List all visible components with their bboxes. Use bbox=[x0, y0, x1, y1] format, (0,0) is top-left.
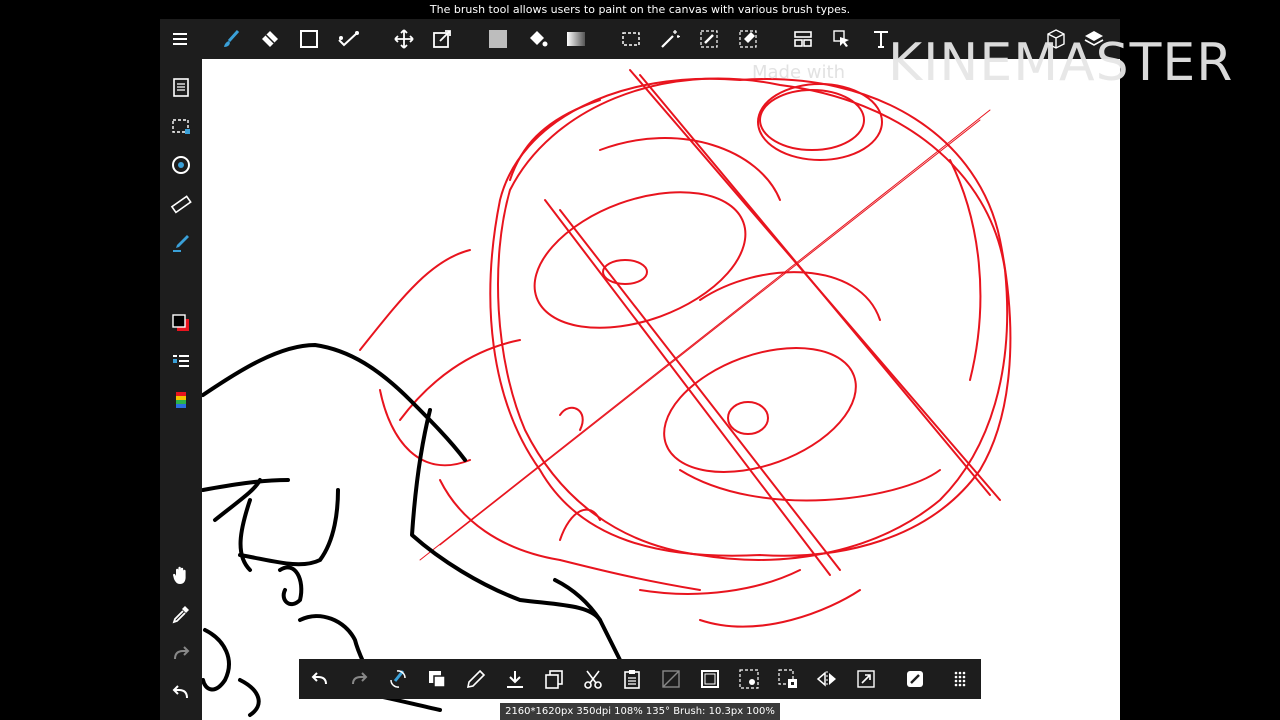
watermark-brand: KINEMASTER bbox=[888, 33, 1234, 93]
resize-icon[interactable] bbox=[852, 665, 880, 693]
pointer-icon[interactable] bbox=[828, 25, 856, 53]
bucket-icon[interactable] bbox=[523, 25, 551, 53]
redo-icon[interactable] bbox=[345, 665, 373, 693]
save-icon[interactable] bbox=[501, 665, 529, 693]
select-all-icon[interactable] bbox=[735, 665, 763, 693]
gradient-icon[interactable] bbox=[562, 25, 590, 53]
magic-wand-icon[interactable] bbox=[656, 25, 684, 53]
paste-icon[interactable] bbox=[618, 665, 646, 693]
fill-color-icon[interactable] bbox=[484, 25, 512, 53]
transform-select-icon[interactable] bbox=[774, 665, 802, 693]
layout-icon[interactable] bbox=[789, 25, 817, 53]
clear-icon[interactable] bbox=[657, 665, 685, 693]
eyedropper-icon[interactable] bbox=[167, 600, 195, 628]
copy-icon[interactable] bbox=[540, 665, 568, 693]
fill-icon[interactable] bbox=[334, 25, 362, 53]
pen-fill-icon[interactable] bbox=[167, 229, 195, 257]
color-swap-icon[interactable] bbox=[423, 665, 451, 693]
hand-icon[interactable] bbox=[167, 561, 195, 589]
rotate-icon[interactable] bbox=[167, 151, 195, 179]
selection-icon[interactable] bbox=[167, 112, 195, 140]
undo-icon[interactable] bbox=[306, 665, 334, 693]
eraser-icon[interactable] bbox=[256, 25, 284, 53]
selection-rect-icon[interactable] bbox=[617, 25, 645, 53]
transform-icon[interactable] bbox=[428, 25, 456, 53]
layer-list-icon[interactable] bbox=[167, 348, 195, 376]
edit-icon[interactable] bbox=[901, 665, 929, 693]
move-icon[interactable] bbox=[390, 25, 418, 53]
app-window bbox=[160, 19, 1120, 720]
redo-icon[interactable] bbox=[167, 639, 195, 667]
border-icon[interactable] bbox=[696, 665, 724, 693]
cut-icon[interactable] bbox=[579, 665, 607, 693]
pages-icon[interactable] bbox=[167, 73, 195, 101]
left-toolbar bbox=[160, 59, 202, 720]
brush-tweak-icon[interactable] bbox=[384, 665, 412, 693]
select-eraser-icon[interactable] bbox=[734, 25, 762, 53]
drawing-canvas[interactable] bbox=[202, 59, 1120, 720]
color-palette-icon[interactable] bbox=[167, 387, 195, 415]
menu-icon[interactable] bbox=[166, 25, 194, 53]
shape-icon[interactable] bbox=[295, 25, 323, 53]
watermark-made-with: Made with bbox=[752, 62, 845, 83]
flip-icon[interactable] bbox=[813, 665, 841, 693]
more-icon[interactable] bbox=[946, 665, 974, 693]
pen-icon[interactable] bbox=[462, 665, 490, 693]
undo-icon[interactable] bbox=[167, 678, 195, 706]
tooltip: The brush tool allows users to paint on … bbox=[429, 3, 851, 16]
brush-icon[interactable] bbox=[217, 25, 245, 53]
ruler-icon[interactable] bbox=[167, 190, 195, 218]
sketch-artwork bbox=[202, 69, 1012, 717]
bottom-toolbar bbox=[299, 659, 981, 699]
color-swatch[interactable] bbox=[167, 309, 195, 337]
status-bar: 2160*1620px 350dpi 108% 135° Brush: 10.3… bbox=[500, 703, 780, 720]
select-pen-icon[interactable] bbox=[695, 25, 723, 53]
